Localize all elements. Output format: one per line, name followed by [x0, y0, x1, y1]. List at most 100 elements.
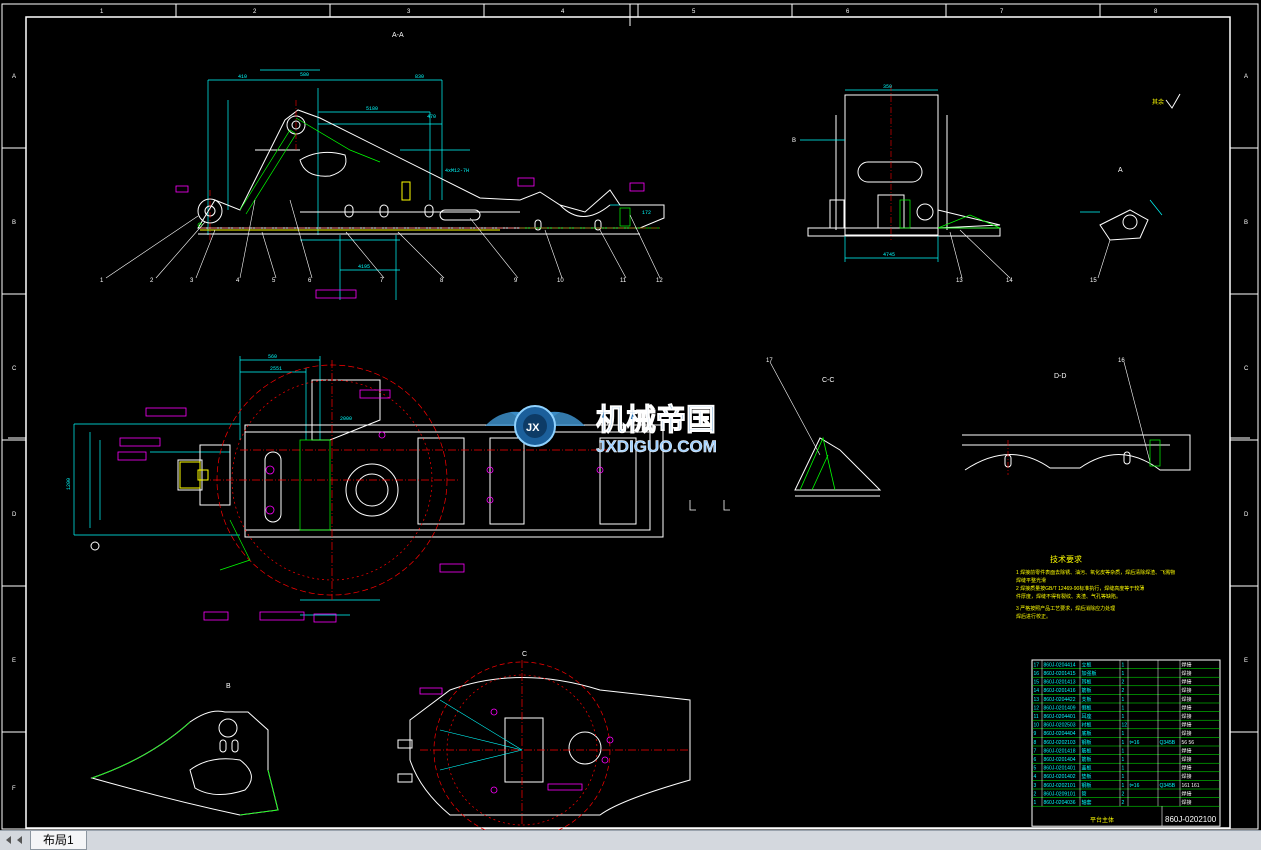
- tab-nav-arrows-icon[interactable]: [2, 833, 26, 847]
- bom-cell: 860J-0201413: [1044, 680, 1076, 686]
- dim-front-2: 830: [415, 74, 424, 80]
- bom-cell: 立板: [1082, 661, 1092, 668]
- tech-req-title: 技术要求: [1050, 554, 1082, 564]
- bom-cell: 焊接: [1182, 756, 1192, 763]
- tech-requirements: 技术要求 1 焊接前零件表面去除锈、油污、氧化皮等杂质，焊后清除焊渣、飞溅物 焊…: [1016, 554, 1175, 620]
- bom-cell: 860J-0202503: [1044, 723, 1076, 729]
- bom-cell: 耳座: [1082, 713, 1092, 720]
- bom-cell: 2: [1122, 800, 1125, 806]
- section-dd[interactable]: D-D 16: [962, 358, 1191, 475]
- bom-drawing-number: 860J-0202100: [1165, 815, 1217, 824]
- bom-cell: 盖板: [1082, 765, 1092, 772]
- zone-col-7: 7: [1000, 9, 1004, 15]
- zone-row-f: F: [12, 786, 16, 792]
- bom-cell: 860J-0204401: [1044, 714, 1076, 720]
- bom-cell: 轴套: [1082, 799, 1092, 806]
- balloon-16: 16: [1118, 358, 1125, 364]
- bom-cell: 管: [1082, 790, 1087, 797]
- zone-col-2: 2: [253, 9, 257, 15]
- bom-cell: 860J-0201415: [1044, 671, 1076, 677]
- bom-cell: 1: [1122, 740, 1125, 746]
- bom-cell: 支板: [1082, 696, 1092, 703]
- dim-front-6: 4xM12-7H: [445, 168, 469, 174]
- bom-cell: 焊接: [1182, 722, 1192, 729]
- zone-row-c-right: C: [1244, 366, 1249, 372]
- section-marker-d: [689, 500, 730, 511]
- bom-cell: 11: [1034, 714, 1039, 720]
- dim-plan-4: 1200: [66, 478, 72, 490]
- bom-cell: 12: [1122, 723, 1128, 729]
- bom-cell: 1: [1034, 800, 1037, 806]
- bom-cell: 钢板: [1082, 782, 1092, 789]
- bom-cell: 2: [1122, 791, 1125, 797]
- bom-cell: 钢板: [1082, 739, 1092, 746]
- bom-cell: 1: [1122, 662, 1125, 668]
- bom-cell: t=16: [1130, 740, 1140, 746]
- balloon-11: 11: [620, 278, 627, 284]
- bom-cell: 860J-0202101: [1044, 783, 1076, 789]
- bom-cell: 1: [1122, 766, 1125, 772]
- dim-plan-3: 2000: [340, 416, 352, 422]
- bom-cell: 6: [1034, 757, 1037, 763]
- bom-cell: 4: [1034, 774, 1037, 780]
- watermark-cn: 机械帝国: [596, 403, 716, 437]
- drawing-canvas[interactable]: 1 2 3 4 5 6 7 8 A B C D E F A B C D E A-…: [0, 0, 1261, 830]
- bom-cell: 1: [1122, 705, 1125, 711]
- layout-tab-bar: 布局1: [0, 830, 1261, 850]
- bom-cell: 7: [1034, 748, 1037, 754]
- bom-cell: 垫板: [1082, 773, 1092, 780]
- bom-cell: 860J-0201418: [1044, 748, 1076, 754]
- watermark-en: JXDIGUO.COM: [596, 437, 717, 456]
- section-a-title: A: [1118, 167, 1123, 174]
- bom-cell: 860J-0201416: [1044, 688, 1076, 694]
- tab-layout-1[interactable]: 布局1: [30, 831, 87, 850]
- dim-front-8: 172: [642, 210, 651, 216]
- section-a-detail[interactable]: A 15: [1080, 167, 1163, 284]
- zone-col-1: 1: [100, 9, 104, 15]
- zone-col-5: 5: [692, 9, 696, 15]
- bom-cell: 焊接: [1182, 661, 1192, 668]
- bom-cell: 1: [1122, 757, 1125, 763]
- view-c-title: C: [522, 651, 527, 658]
- bom-cell: 5: [1034, 766, 1037, 772]
- bom-cell: 筋板: [1082, 747, 1092, 754]
- section-dd-title: D-D: [1054, 373, 1066, 380]
- balloon-3: 3: [190, 278, 194, 284]
- zone-col-4: 4: [561, 9, 565, 15]
- balloon-9: 9: [514, 278, 518, 284]
- bom-cell: 耳板: [1082, 679, 1092, 686]
- plan-view[interactable]: 560 2551 2000 1200: [66, 354, 664, 623]
- zone-row-a: A: [12, 74, 16, 80]
- bom-cell: 焊接: [1182, 765, 1192, 772]
- bom-cell: 161 161: [1182, 783, 1200, 789]
- bom-cell: 加强板: [1082, 670, 1097, 677]
- bom-cell: 14: [1034, 688, 1040, 694]
- front-view-title: A-A: [392, 32, 404, 39]
- view-c[interactable]: C: [397, 651, 691, 830]
- zone-row-e-right: E: [1244, 658, 1248, 664]
- front-view[interactable]: A-A 410 830 5180 470 580 4xM12-7H 4195 1…: [100, 32, 665, 300]
- bom-cell: 860J-0201401: [1044, 766, 1076, 772]
- balloon-7: 7: [380, 278, 384, 284]
- side-view[interactable]: 350 4745 B 13 14: [792, 84, 1013, 284]
- tech-req-line-1: 1 焊接前零件表面去除锈、油污、氧化皮等杂质，焊后清除焊渣、飞溅物: [1016, 569, 1175, 576]
- bom-cell: 15: [1034, 680, 1040, 686]
- bom-cell: 1: [1122, 783, 1125, 789]
- bom-table[interactable]: 17 860J-0204414 立板 1 焊接16 860J-0201415 加强板 1 焊接1…: [1031, 659, 1221, 827]
- view-b[interactable]: B: [90, 683, 279, 816]
- front-view-balloons: 1 2 3 4 5 6 7 8 9 10 11 12: [100, 278, 663, 284]
- bom-part-name: 平台主体: [1090, 816, 1114, 824]
- bom-cell: 860J-0204422: [1044, 697, 1076, 703]
- bom-cell: 860J-0202103: [1044, 740, 1076, 746]
- bom-cell: 1: [1122, 748, 1125, 754]
- view-b-title: B: [226, 683, 231, 690]
- bom-cell: 1: [1122, 714, 1125, 720]
- zone-row-b-right: B: [1244, 220, 1248, 226]
- section-marker-b: B: [792, 138, 796, 144]
- section-cc[interactable]: C-C 17: [766, 358, 882, 497]
- watermark-logo: JX: [485, 405, 585, 447]
- bom-cell: 焊接: [1182, 696, 1192, 703]
- balloon-14: 14: [1006, 278, 1013, 284]
- bom-cell: 焊接: [1182, 670, 1192, 677]
- tech-req-line-6: 焊后进行校正。: [1016, 613, 1051, 620]
